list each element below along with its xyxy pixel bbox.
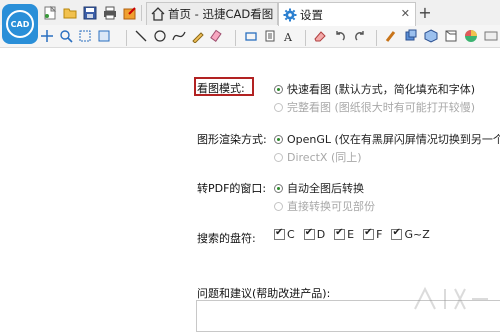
tab-home-label: 首页 - 迅捷CAD看图 — [168, 7, 274, 21]
render-mode-label: 图形渲染方式: — [197, 133, 267, 146]
drive-checkbox-c[interactable]: C — [274, 227, 295, 241]
tab-settings-label: 设置 — [300, 7, 323, 22]
radio-selected-icon — [274, 183, 283, 193]
eraser-icon[interactable] — [311, 27, 329, 45]
text-tool-icon[interactable]: A — [280, 27, 298, 45]
close-icon[interactable]: ✕ — [401, 7, 410, 20]
export-icon[interactable] — [121, 4, 139, 22]
curve-tool-icon[interactable] — [170, 27, 188, 45]
toolbar-separator — [126, 30, 127, 46]
radio-unselected-icon — [274, 201, 283, 211]
watermark-logo — [410, 284, 490, 314]
toolbar-separator — [376, 30, 377, 46]
view-mode-full-label: 完整看图 (图纸很大时有可能打开较慢) — [287, 101, 476, 114]
pdf-auto-fit-option[interactable]: 自动全图后转换 — [274, 180, 364, 196]
open-folder-icon[interactable] — [61, 4, 79, 22]
save-icon[interactable] — [81, 4, 99, 22]
circle-tool-icon[interactable] — [151, 27, 169, 45]
zoom-in-icon[interactable] — [57, 27, 75, 45]
undo-icon[interactable] — [331, 27, 349, 45]
drive-f-label: F — [376, 228, 383, 241]
home-icon — [150, 6, 166, 22]
checkbox-checked-icon — [363, 227, 375, 240]
view-mode-fast-option[interactable]: 快速看图 (默认方式，简化填充和字体) — [274, 81, 475, 97]
checkbox-checked-icon — [303, 227, 315, 240]
drive-c-label: C — [287, 228, 295, 241]
pdf-auto-fit-label: 自动全图后转换 — [287, 182, 364, 195]
feedback-label: 问题和建议(帮助改进产品): — [197, 287, 331, 300]
pan-icon[interactable] — [38, 27, 56, 45]
drive-g-z-label: G~Z — [404, 228, 430, 241]
toolbar-separator — [305, 30, 306, 46]
print-icon[interactable] — [101, 4, 119, 22]
highlighter-icon[interactable] — [208, 27, 226, 45]
pencil-icon[interactable] — [189, 27, 207, 45]
rectangle-tool-icon[interactable] — [242, 27, 260, 45]
brush-icon[interactable] — [382, 27, 400, 45]
drive-checkbox-g-z[interactable]: G~Z — [391, 227, 430, 241]
app-logo-text: CAD — [6, 10, 34, 38]
radio-selected-icon — [274, 134, 283, 144]
checkbox-checked-icon — [334, 227, 346, 240]
radio-unselected-icon — [274, 102, 283, 112]
drive-checkbox-d[interactable]: D — [303, 227, 326, 241]
add-tab-icon[interactable]: + — [416, 3, 434, 22]
layers-icon[interactable] — [402, 27, 420, 45]
cube-icon[interactable] — [442, 27, 460, 45]
new-file-icon[interactable] — [41, 4, 59, 22]
toolbar-separator — [235, 30, 236, 46]
render-mode-opengl-label: OpenGL (仅在有黑屏闪屏情况切换到另一个 — [287, 133, 500, 146]
line-tool-icon[interactable] — [132, 27, 150, 45]
app-logo[interactable]: CAD — [2, 4, 38, 44]
drive-e-label: E — [347, 228, 355, 241]
search-drives-label: 搜索的盘符: — [197, 232, 256, 245]
color-picker-icon[interactable] — [462, 27, 480, 45]
drive-checkbox-e[interactable]: E — [334, 227, 355, 241]
checkbox-checked-icon — [274, 227, 285, 240]
drive-d-label: D — [316, 228, 326, 241]
more-tools-icon[interactable] — [482, 27, 500, 45]
3d-view-icon[interactable] — [422, 27, 440, 45]
view-mode-full-option: 完整看图 (图纸很大时有可能打开较慢) — [274, 99, 475, 115]
layer-icon[interactable] — [261, 27, 279, 45]
render-mode-opengl-option[interactable]: OpenGL (仅在有黑屏闪屏情况切换到另一个 — [274, 131, 500, 147]
render-mode-directx-label: DirectX (同上) — [287, 151, 362, 164]
toolbar-separator — [141, 5, 142, 21]
pdf-visible-only-label: 直接转换可见部份 — [287, 200, 375, 213]
drive-checkbox-f[interactable]: F — [363, 227, 383, 241]
tab-settings[interactable]: 设置 ✕ — [278, 2, 416, 26]
checkbox-checked-icon — [391, 227, 403, 240]
redo-icon[interactable] — [351, 27, 369, 45]
radio-selected-icon — [274, 84, 283, 94]
pdf-visible-only-option: 直接转换可见部份 — [274, 198, 375, 214]
pdf-window-label: 转PDF的窗口: — [197, 182, 267, 195]
view-mode-label: 看图模式: — [197, 82, 245, 95]
render-mode-directx-option: DirectX (同上) — [274, 149, 362, 165]
radio-unselected-icon — [274, 152, 283, 162]
zoom-window-icon[interactable] — [76, 27, 94, 45]
drive-checkbox-group: C D E F G~Z — [274, 227, 439, 241]
view-mode-fast-label: 快速看图 (默认方式，简化填充和字体) — [287, 83, 476, 96]
zoom-extents-icon[interactable] — [95, 27, 113, 45]
tab-home[interactable]: 首页 - 迅捷CAD看图 — [146, 2, 278, 25]
svg-text:A: A — [283, 31, 293, 43]
gear-icon — [282, 7, 298, 23]
